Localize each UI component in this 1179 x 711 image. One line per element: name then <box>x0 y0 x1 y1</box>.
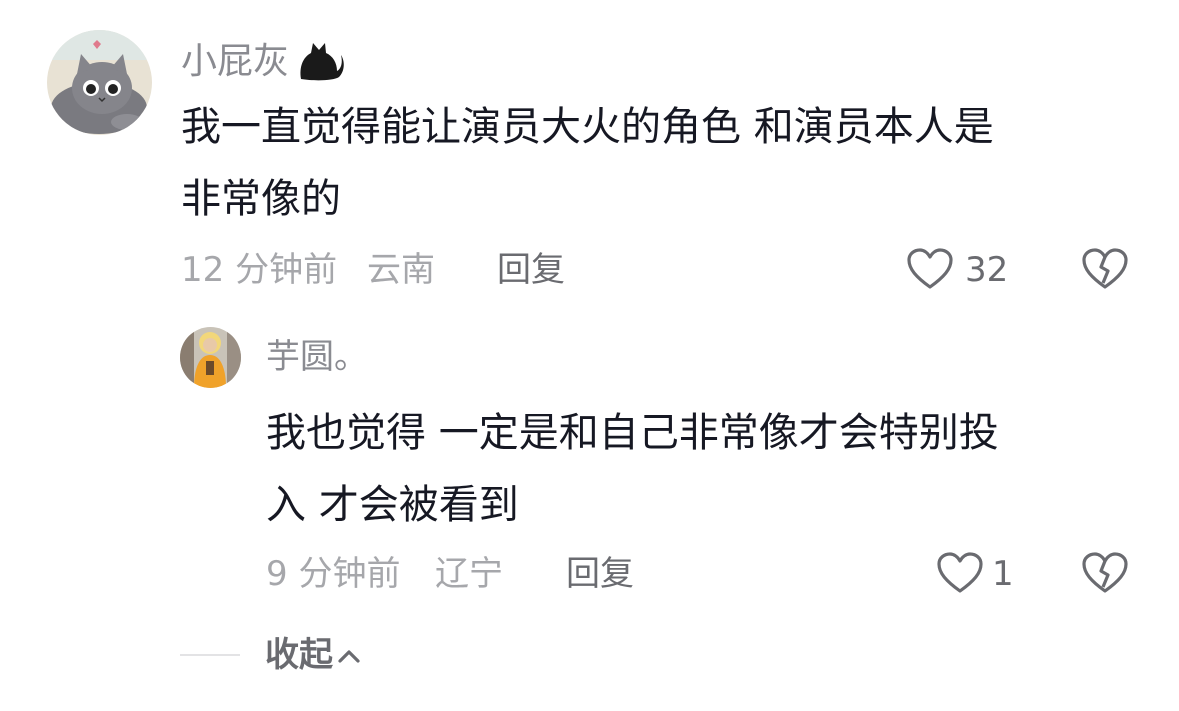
chevron-up-icon <box>338 650 360 663</box>
avatar[interactable] <box>180 327 241 388</box>
broken-heart-icon[interactable] <box>1081 551 1129 599</box>
username[interactable]: 芋圆。 <box>266 340 368 374</box>
cat-avatar-icon <box>47 30 152 135</box>
monk-avatar-icon <box>180 327 241 388</box>
divider <box>180 654 240 656</box>
reply-text: 我也觉得 一定是和自己非常像才会特别投 <box>266 410 999 456</box>
heart-icon[interactable] <box>936 551 984 599</box>
heart-icon[interactable] <box>906 247 954 295</box>
comment-time: 12 分钟前 <box>181 250 338 290</box>
reply-button[interactable]: 回复 <box>566 557 634 591</box>
like-count: 1 <box>992 554 1014 594</box>
comment-time: 9 分钟前 <box>266 554 401 594</box>
black-cat-icon <box>293 37 345 88</box>
comment-location: 辽宁 <box>435 554 503 594</box>
username[interactable]: 小屁灰 <box>181 37 345 88</box>
comment-text: 非常像的 <box>181 176 341 222</box>
broken-heart-icon[interactable] <box>1081 247 1129 295</box>
avatar[interactable] <box>47 30 152 135</box>
reply-text: 入 才会被看到 <box>266 482 519 528</box>
like-count: 32 <box>965 250 1009 290</box>
comment-text: 我一直觉得能让演员大火的角色 和演员本人是 <box>181 104 994 150</box>
reply-button[interactable]: 回复 <box>497 253 565 287</box>
comment-location: 云南 <box>367 250 435 290</box>
collapse-replies-button[interactable]: 收起 <box>265 638 361 672</box>
